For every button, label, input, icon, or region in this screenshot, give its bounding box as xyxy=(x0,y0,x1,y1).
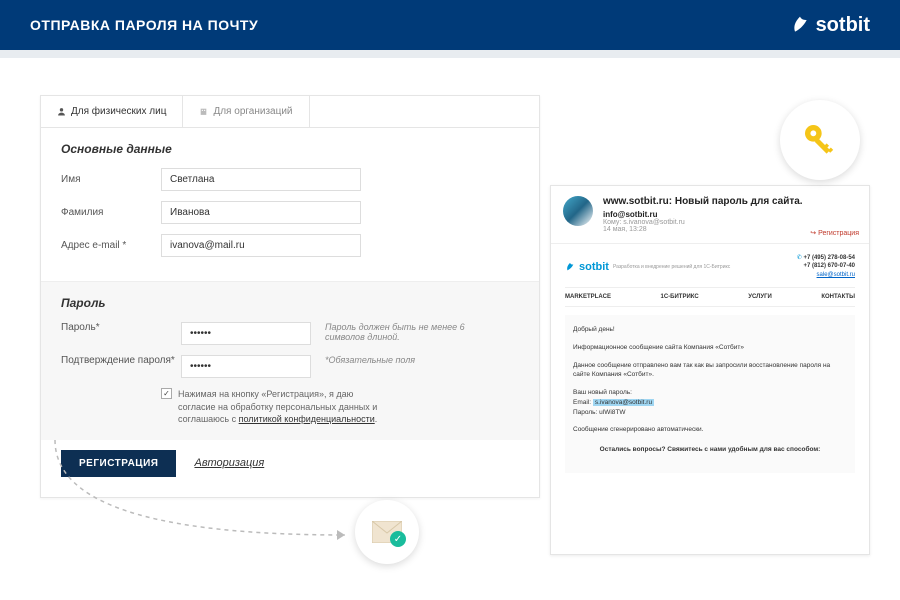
cred-pw-label: Пароль: xyxy=(573,409,597,416)
building-icon xyxy=(199,107,208,116)
mail-sent-badge: ✓ xyxy=(355,500,419,564)
email-preview-panel: www.sotbit.ru: Новый пароль для сайта. i… xyxy=(550,185,870,555)
hint-required-fields: *Обязательные поля xyxy=(325,355,415,365)
email-brand-name: sotbit xyxy=(579,261,609,273)
label-password: Пароль* xyxy=(61,322,181,333)
register-button[interactable]: РЕГИСТРАЦИЯ xyxy=(61,450,176,477)
input-surname[interactable] xyxy=(161,201,361,224)
tab-organization[interactable]: Для организаций xyxy=(183,96,309,127)
brand-logo: sotbit xyxy=(790,14,870,37)
email-header: www.sotbit.ru: Новый пароль для сайта. i… xyxy=(551,186,869,244)
key-icon xyxy=(800,120,840,160)
email-info: Информационное сообщение сайта Компания … xyxy=(573,343,847,353)
auth-link[interactable]: Авторизация xyxy=(194,457,264,469)
input-confirm[interactable] xyxy=(181,355,311,378)
label-surname: Фамилия xyxy=(61,207,161,218)
email-body: sotbit Разработка и внедрение решений дл… xyxy=(551,244,869,483)
sender-avatar xyxy=(563,196,593,226)
header-stripe xyxy=(0,50,900,58)
label-name: Имя xyxy=(61,174,161,185)
email-credentials: Ваш новый пароль: Email: s.ivanova@sotbi… xyxy=(573,388,847,417)
section-password-title: Пароль xyxy=(61,296,519,310)
nav-bitrix[interactable]: 1С-БИТРИКС xyxy=(661,294,699,300)
input-email[interactable] xyxy=(161,234,361,257)
email-contacts: ✆ +7 (495) 278-08-54 +7 (812) 670-07-40 … xyxy=(797,254,855,279)
tab-personal-label: Для физических лиц xyxy=(71,106,166,117)
email-brand-leaf-icon xyxy=(565,262,575,272)
contact-phone1: +7 (495) 278-08-54 xyxy=(803,255,855,261)
password-block: Пароль Пароль* Пароль должен быть не мен… xyxy=(41,281,539,440)
page-title: ОТПРАВКА ПАРОЛЯ НА ПОЧТУ xyxy=(30,17,258,33)
label-email: Адрес e-mail * xyxy=(61,240,161,251)
cred-email-label: Email: xyxy=(573,399,591,406)
email-question: Остались вопросы? Свяжитесь с нами удобн… xyxy=(573,445,847,455)
label-confirm: Подтверждение пароля* xyxy=(61,355,181,366)
email-greeting: Добрый день! xyxy=(573,325,847,335)
consent-row: ✓ Нажимая на кнопку «Регистрация», я даю… xyxy=(161,388,519,426)
nav-marketplace[interactable]: MARKETPLACE xyxy=(565,294,611,300)
check-icon: ✓ xyxy=(390,531,406,547)
hint-password-length: Пароль должен быть не менее 6 символов д… xyxy=(325,322,475,342)
person-icon xyxy=(57,107,66,116)
consent-checkbox[interactable]: ✓ xyxy=(161,388,172,399)
tab-org-label: Для организаций xyxy=(213,106,292,117)
email-brand-slogan: Разработка и внедрение решений для 1С-Би… xyxy=(613,264,730,270)
contact-phone2: +7 (812) 670-07-40 xyxy=(803,263,855,269)
nav-contacts[interactable]: КОНТАКТЫ xyxy=(821,294,855,300)
email-from: info@sotbit.ru xyxy=(603,210,857,219)
cred-pw-value: ulWi8TW xyxy=(599,409,625,416)
input-password[interactable] xyxy=(181,322,311,345)
input-name[interactable] xyxy=(161,168,361,191)
contact-email-link[interactable]: sale@sotbit.ru xyxy=(817,272,855,278)
cred-email-value: s.ivanova@sotbit.ru xyxy=(593,399,654,406)
form-actions: РЕГИСТРАЦИЯ Авторизация xyxy=(41,440,539,497)
consent-text: Нажимая на кнопку «Регистрация», я даю с… xyxy=(178,388,388,426)
header-bar: ОТПРАВКА ПАРОЛЯ НА ПОЧТУ sotbit xyxy=(0,0,900,50)
form-body-basic: Основные данные Имя Фамилия Адрес e-mail… xyxy=(41,128,539,281)
email-auto: Сообщение сгенерировано автоматически. xyxy=(573,425,847,435)
email-nav: MARKETPLACE 1С-БИТРИКС УСЛУГИ КОНТАКТЫ xyxy=(565,287,855,307)
section-basic-title: Основные данные xyxy=(61,142,519,156)
email-content: Добрый день! Информационное сообщение са… xyxy=(565,315,855,473)
brand-text: sotbit xyxy=(816,14,870,37)
nav-services[interactable]: УСЛУГИ xyxy=(748,294,772,300)
email-to: Кому: s.ivanova@sotbit.ru xyxy=(603,219,857,226)
brand-leaf-icon xyxy=(790,15,810,35)
form-tabs: Для физических лиц Для организаций xyxy=(41,96,539,128)
tab-personal[interactable]: Для физических лиц xyxy=(41,96,183,127)
key-badge xyxy=(780,100,860,180)
privacy-policy-link[interactable]: политикой конфиденциальности xyxy=(239,414,375,424)
email-brand-row: sotbit Разработка и внедрение решений дл… xyxy=(565,254,855,279)
envelope-icon: ✓ xyxy=(372,521,402,543)
newpw-label: Ваш новый пароль: xyxy=(573,389,632,396)
email-subject: www.sotbit.ru: Новый пароль для сайта. xyxy=(603,196,857,207)
registration-form-panel: Для физических лиц Для организаций Основ… xyxy=(40,95,540,498)
consent-text-after: . xyxy=(375,414,378,424)
email-msg: Данное сообщение отправлено вам так как … xyxy=(573,361,847,381)
phone-icon: ✆ xyxy=(797,255,802,261)
email-action-link[interactable]: Регистрация xyxy=(810,229,859,237)
